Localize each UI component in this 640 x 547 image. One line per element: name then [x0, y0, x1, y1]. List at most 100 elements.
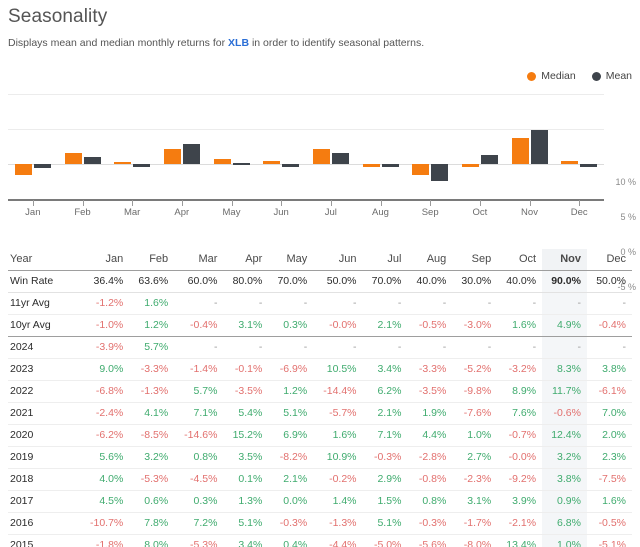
table-row: 2019 5.6% 3.2% 0.8% 3.5% -8.2% 10.9% -0.3% -2.8%… [8, 446, 632, 469]
chart-bar-median-jan[interactable] [14, 164, 32, 175]
chart-bar-median-apr[interactable] [163, 149, 181, 164]
legend-label-mean: Mean [605, 70, 632, 82]
table-cell: 1.2% [283, 385, 308, 397]
table-cell: 1.2% [129, 314, 175, 337]
chart-x-tick [479, 200, 481, 206]
table-row: 2015 -1.8% 8.0% -5.3% 3.4% 0.4% -4.4% -5.0% -5.6… [8, 534, 632, 547]
chart-bar-mean-apr[interactable] [182, 143, 200, 164]
table-cell: - [397, 341, 402, 353]
table-cell: -10.7% [90, 517, 124, 529]
table-row: 10yr Avg -1.0% 1.2% -0.4% 3.1% 0.3% -0.0% 2.1% -… [8, 314, 632, 337]
table-row-label: 2020 [10, 429, 34, 441]
ticker-link-xlb[interactable]: XLB [228, 37, 249, 49]
table-row: 2020 -6.2% -8.5% -14.6% 15.2% 6.9% 1.6% 7.1% 4.4… [8, 424, 632, 447]
chart-bar-mean-aug[interactable] [381, 164, 399, 167]
table-cell: 1.6% [497, 314, 543, 337]
seasonality-table-wrap: Year Jan Feb Mar Apr May Jun Jul Aug Sep Oct Nov Dec… [8, 249, 632, 547]
chart-x-tick [32, 200, 34, 206]
subtitle-text-after: in order to identify seasonal patterns. [249, 37, 425, 49]
chart-x-label-sep: Sep [421, 207, 439, 218]
table-cell: -3.3% [418, 363, 447, 375]
table-col-header-jun[interactable]: Jun [313, 249, 363, 271]
table-col-header-apr[interactable]: Apr [223, 249, 269, 271]
chart-bar-median-feb[interactable] [64, 152, 82, 164]
table-row-label: 2023 [10, 363, 34, 375]
table-cell: 7.0% [602, 407, 626, 419]
table-cell: 30.0% [452, 270, 498, 293]
chart-bar-mean-jul[interactable] [331, 152, 349, 164]
chart-bar-median-aug[interactable] [362, 164, 380, 167]
legend-item-median[interactable]: Median [527, 70, 576, 82]
chart-bar-median-jun[interactable] [263, 161, 281, 164]
table-cell: 1.6% [332, 429, 357, 441]
table-cell: 4.5% [99, 495, 124, 507]
legend-label-median: Median [541, 70, 576, 82]
table-row-label: 2016 [10, 517, 34, 529]
table-cell: 7.1% [377, 429, 402, 441]
table-cell: -1.0% [80, 314, 130, 337]
chart-gridline [8, 94, 604, 95]
table-cell: - [442, 297, 447, 309]
table-cell: 5.6% [99, 451, 124, 463]
table-cell: - [353, 341, 357, 353]
chart-bar-mean-jan[interactable] [33, 164, 51, 168]
table-cell: 2.0% [602, 429, 626, 441]
chart-y-tick-label: 10 % [615, 177, 636, 187]
table-cell: 70.0% [362, 270, 408, 293]
chart-x-tick [281, 200, 283, 206]
table-row-label: 2018 [10, 473, 34, 485]
chart-bar-median-oct[interactable] [461, 164, 479, 167]
chart-bar-mean-feb[interactable] [83, 157, 101, 164]
chart-bar-mean-mar[interactable] [133, 164, 151, 167]
chart-bar-mean-nov[interactable] [530, 130, 548, 164]
table-col-header-mar[interactable]: Mar [174, 249, 224, 271]
table-col-header-nov[interactable]: Nov [542, 249, 587, 271]
chart-bar-median-may[interactable] [213, 159, 231, 164]
chart-bar-median-nov[interactable] [511, 138, 529, 164]
seasonality-page: Seasonality Displays mean and median mon… [0, 6, 640, 547]
chart-bar-mean-may[interactable] [232, 162, 250, 166]
chart-x-label-dec: Dec [570, 207, 588, 218]
table-cell: 8.0% [144, 539, 169, 547]
table-col-header-oct[interactable]: Oct [497, 249, 543, 271]
table-col-header-aug[interactable]: Aug [407, 249, 453, 271]
table-cell: -8.2% [279, 451, 308, 463]
chart-bar-mean-jun[interactable] [282, 164, 300, 167]
table-cell: 0.6% [144, 495, 169, 507]
chart-bar-median-sep[interactable] [412, 164, 430, 176]
table-cell: -4.4% [329, 539, 357, 547]
chart-bar-mean-sep[interactable] [431, 164, 449, 181]
table-cell: - [532, 297, 537, 309]
chart-bar-mean-dec[interactable] [580, 164, 598, 167]
table-col-header-dec[interactable]: Dec [586, 249, 632, 271]
table-head: Year Jan Feb Mar Apr May Jun Jul Aug Sep Oct Nov Dec [8, 249, 632, 271]
table-row-label: 2017 [10, 495, 34, 507]
table-col-header-may[interactable]: May [268, 249, 314, 271]
table-col-header-jul[interactable]: Jul [362, 249, 408, 271]
chart-bar-median-dec[interactable] [561, 160, 579, 164]
chart-bar-median-jul[interactable] [312, 148, 330, 164]
chart-bar-mean-oct[interactable] [480, 154, 498, 164]
table-cell: -8.5% [140, 429, 169, 441]
table-cell: -1.4% [190, 363, 218, 375]
table-col-header-feb[interactable]: Feb [129, 249, 175, 271]
table-cell: - [622, 341, 627, 353]
table-col-header-jan[interactable]: Jan [80, 249, 130, 271]
chart-y-tick-label: 5 % [620, 212, 636, 222]
table-cell: 7.1% [193, 407, 218, 419]
table-cell: 1.0% [467, 429, 492, 441]
table-cell: 0.4% [283, 539, 308, 547]
table-cell: 1.5% [377, 495, 402, 507]
seasonality-bar-chart[interactable]: Jan Feb Mar Apr May Jun Jul Aug Sep Oct Nov Dec 10 … [0, 94, 640, 292]
table-cell: 7.6% [512, 407, 537, 419]
chart-gridline [8, 129, 604, 130]
table-col-header-year[interactable]: Year [8, 249, 80, 271]
table-cell: -9.2% [508, 473, 537, 485]
chart-gridline [8, 164, 604, 165]
table-cell: -3.3% [140, 363, 169, 375]
table-row-label: 2019 [10, 451, 34, 463]
chart-bar-median-mar[interactable] [114, 161, 132, 165]
table-col-header-sep[interactable]: Sep [452, 249, 498, 271]
table-cell: 1.9% [422, 407, 447, 419]
legend-item-mean[interactable]: Mean [591, 70, 632, 82]
